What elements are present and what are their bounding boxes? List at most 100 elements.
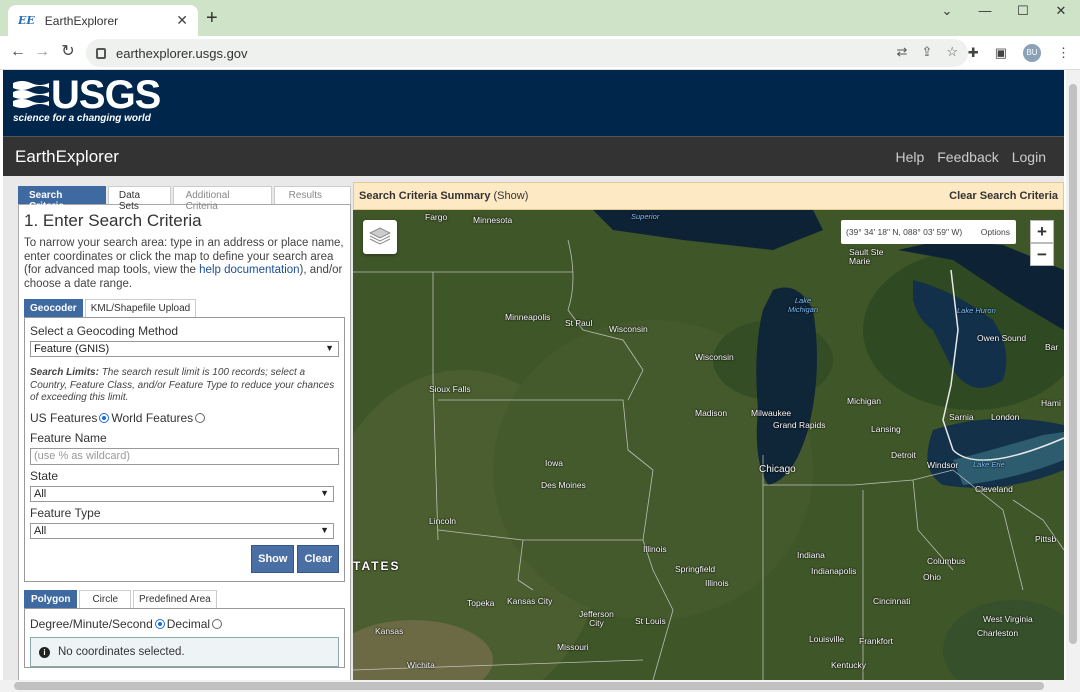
map-label: Des Moines: [541, 480, 586, 490]
map-label: Lansing: [871, 424, 901, 434]
tab-geocoder[interactable]: Geocoder: [24, 299, 83, 317]
zoom-in-button[interactable]: +: [1030, 220, 1054, 243]
tab-results[interactable]: Results: [273, 186, 352, 204]
map-imagery: [353, 210, 1064, 680]
address-bar[interactable]: earthexplorer.usgs.gov ⇄ ⇪ ☆: [86, 39, 968, 67]
summary-show-link[interactable]: (Show): [494, 190, 529, 202]
browser-toolbar: ← → ↻ earthexplorer.usgs.gov ⇄ ⇪ ☆ ✚ ▣ B…: [0, 36, 1080, 70]
map-label: Milwaukee: [751, 408, 792, 418]
geocoder-tabs: Geocoder KML/Shapefile Upload: [24, 299, 345, 317]
tab-polygon[interactable]: Polygon: [24, 590, 78, 608]
usgs-logo[interactable]: USGS science for a changing world: [13, 73, 161, 124]
state-label: State: [30, 468, 59, 483]
map-label: Kansas: [375, 626, 404, 636]
share-icon[interactable]: ⇪: [921, 44, 932, 60]
layers-button[interactable]: [363, 220, 397, 254]
profile-avatar[interactable]: BU: [1023, 44, 1041, 62]
tab-kml-upload[interactable]: KML/Shapefile Upload: [84, 299, 197, 317]
map-label: Charleston: [977, 628, 1019, 638]
map-label: Jefferson City: [579, 609, 614, 628]
area-tabs: Polygon Circle Predefined Area: [24, 590, 345, 608]
map-label: Superior: [631, 212, 660, 221]
map-label: West Virginia: [983, 614, 1033, 624]
map-label: Sioux Falls: [429, 384, 471, 394]
page: USGS science for a changing world EarthE…: [3, 70, 1064, 680]
map-label: Chicago: [759, 464, 796, 475]
map-label: Hami: [1041, 398, 1061, 408]
back-button[interactable]: ←: [6, 40, 30, 64]
dms-radio[interactable]: [154, 619, 165, 629]
help-link[interactable]: Help: [895, 149, 924, 165]
tab-additional-criteria[interactable]: Additional Criteria: [172, 186, 272, 212]
map-label: Minnesota: [473, 215, 513, 225]
map-label: Louisville: [809, 634, 844, 644]
browser-tab[interactable]: EE EarthExplorer ✕: [8, 5, 198, 36]
clear-button[interactable]: Clear: [297, 544, 339, 573]
feedback-link[interactable]: Feedback: [937, 149, 998, 165]
map-label: Columbus: [927, 556, 966, 566]
usgs-tagline: science for a changing world: [13, 113, 151, 124]
usgs-waves-icon: [13, 81, 49, 108]
map-label: Lincoln: [429, 516, 456, 526]
tab-search-criteria[interactable]: Search Criteria: [18, 186, 106, 212]
summary-label: Search Criteria Summary (Show): [359, 190, 529, 202]
horizontal-scrollbar[interactable]: [0, 680, 1080, 692]
help-documentation-link[interactable]: help documentation: [199, 264, 299, 276]
map-label: Kentucky: [831, 660, 866, 670]
lock-icon[interactable]: [96, 47, 106, 59]
minimize-button[interactable]: —: [966, 0, 1004, 24]
feature-type-label: Feature Type: [30, 505, 101, 520]
browser-tabstrip: EE EarthExplorer ✕ + ⌄ — ☐ ✕: [0, 0, 1080, 36]
main-tabs: Search Criteria Data Sets Additional Cri…: [18, 186, 352, 212]
no-coordinates-alert: i No coordinates selected.: [30, 637, 339, 667]
cursor-coordinates: (39° 34' 18" N, 088° 03' 59" W) Options: [841, 220, 1016, 244]
usgs-logo-text: USGS: [51, 73, 161, 117]
clear-search-criteria-link[interactable]: Clear Search Criteria: [949, 190, 1058, 202]
tab-data-sets[interactable]: Data Sets: [107, 186, 171, 212]
extensions-icon[interactable]: ✚: [968, 45, 979, 61]
us-features-radio[interactable]: [99, 412, 110, 423]
map-label: Minneapolis: [505, 312, 551, 322]
world-features-radio[interactable]: [195, 412, 206, 423]
zoom-out-button[interactable]: −: [1030, 243, 1054, 266]
map-label: Topeka: [467, 598, 495, 608]
map-label: Wisconsin: [609, 324, 648, 334]
reload-button[interactable]: ↻: [56, 40, 80, 64]
no-coordinates-text: No coordinates selected.: [58, 646, 185, 658]
map-options-button[interactable]: Options: [981, 227, 1010, 237]
vertical-scrollbar[interactable]: [1066, 70, 1080, 680]
intro-text: To narrow your search area: type in an a…: [24, 237, 344, 290]
map-label: Pittsb: [1035, 534, 1057, 544]
feature-name-input[interactable]: (use % as wildcard): [30, 447, 339, 465]
state-select[interactable]: All ▼: [30, 485, 334, 502]
map-label: Wichita: [407, 660, 435, 670]
show-button[interactable]: Show: [251, 544, 295, 573]
close-window-button[interactable]: ✕: [1042, 0, 1080, 24]
map-label: Iowa: [545, 458, 563, 468]
feature-type-select[interactable]: All ▼: [30, 522, 334, 539]
close-tab-icon[interactable]: ✕: [176, 12, 188, 29]
map-label: Kansas City: [507, 596, 553, 606]
bookmark-star-icon[interactable]: ☆: [946, 44, 958, 60]
decimal-radio[interactable]: [212, 619, 223, 629]
tab-circle[interactable]: Circle: [79, 590, 132, 608]
map-label: St Paul: [565, 318, 593, 328]
map-label: Madison: [695, 408, 728, 418]
tab-predefined-area[interactable]: Predefined Area: [133, 590, 217, 608]
side-panel-icon[interactable]: ▣: [995, 45, 1007, 61]
feature-name-label: Feature Name: [30, 430, 107, 445]
maximize-button[interactable]: ☐: [1004, 0, 1042, 24]
coordinates-readout: (39° 34' 18" N, 088° 03' 59" W): [846, 227, 963, 237]
map-label: Lake Erie: [973, 460, 1005, 469]
login-link[interactable]: Login: [1012, 149, 1046, 165]
usgs-header: USGS science for a changing world: [3, 70, 1064, 136]
forward-button[interactable]: →: [30, 40, 54, 64]
new-tab-button[interactable]: +: [206, 8, 218, 28]
geocoding-method-select[interactable]: Feature (GNIS) ▼: [30, 341, 339, 357]
satellite-map[interactable]: (39° 34' 18" N, 088° 03' 59" W) Options …: [353, 210, 1064, 680]
menu-kebab-icon[interactable]: ⋮: [1057, 45, 1070, 61]
tab-search-icon[interactable]: ⌄: [928, 0, 966, 24]
geocoder-box: Select a Geocoding Method Feature (GNIS)…: [24, 317, 345, 582]
url-text: earthexplorer.usgs.gov: [116, 45, 248, 61]
translate-icon[interactable]: ⇄: [897, 44, 908, 60]
